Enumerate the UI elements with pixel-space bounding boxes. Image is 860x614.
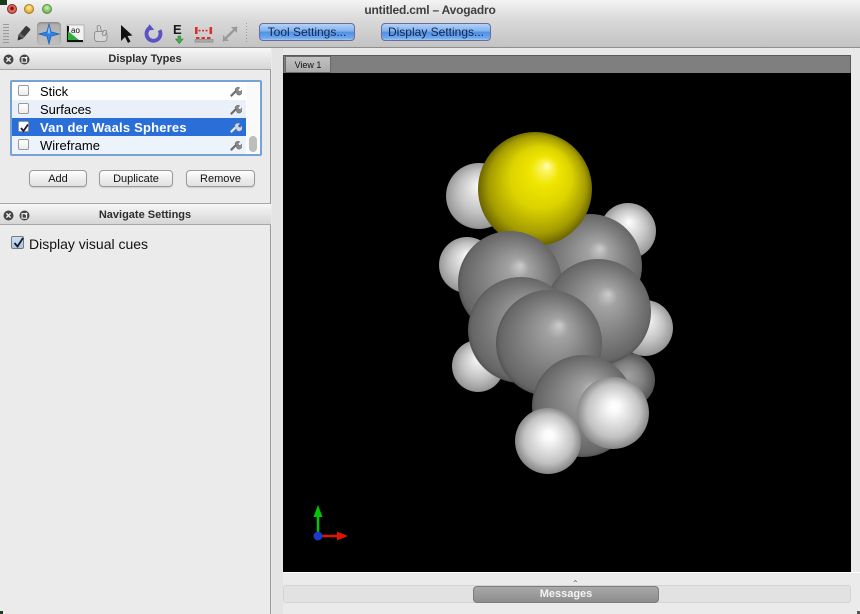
svg-text:ao: ao: [71, 26, 80, 35]
svg-text:E: E: [173, 23, 182, 37]
